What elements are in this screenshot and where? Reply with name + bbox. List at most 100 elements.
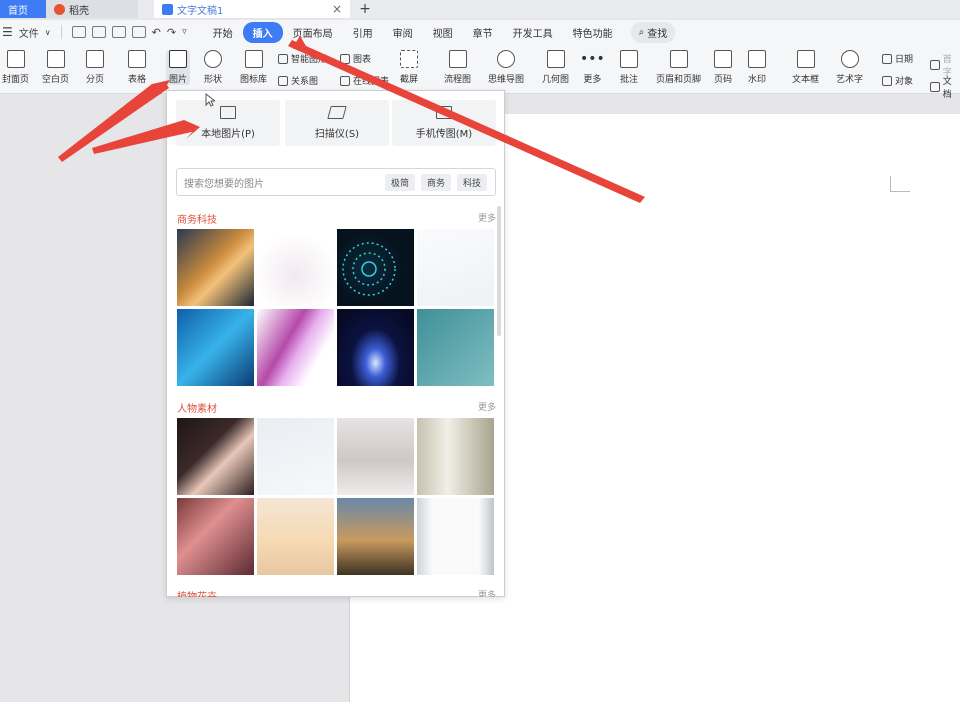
tab-document-label: 文字文稿1 xyxy=(177,5,224,17)
more-link[interactable]: 更多 xyxy=(478,211,496,224)
screenshot-button[interactable]: 截屏 xyxy=(400,50,418,85)
tag-tech[interactable]: 科技 xyxy=(456,174,487,191)
section-title-business-tech: 商务科技 xyxy=(177,215,217,226)
comment-icon xyxy=(620,50,638,68)
picture-button[interactable]: 图片 xyxy=(166,50,191,85)
export-icon[interactable] xyxy=(91,26,106,38)
mouse-cursor-icon xyxy=(205,93,215,107)
watermark-button[interactable]: 水印 xyxy=(748,50,766,85)
tab-0[interactable]: 开始 xyxy=(203,22,243,43)
writer-doc-icon xyxy=(162,3,173,15)
thumbnail-business-3[interactable] xyxy=(337,229,414,306)
thumbnail-business-8[interactable] xyxy=(417,309,494,386)
shape-button[interactable]: 形状 xyxy=(204,50,222,85)
ribbon-tabs: 开始 插入 页面布局 引用 审阅 视图 章节 开发工具 特色功能 xyxy=(203,21,623,43)
scanner-button[interactable]: 扫描仪(S) xyxy=(285,100,389,146)
tag-minimal[interactable]: 极简 xyxy=(384,174,415,191)
geometry-button[interactable]: 几何图 xyxy=(542,50,569,85)
shape-label: 形状 xyxy=(204,75,223,85)
file-menu[interactable]: 文件 xyxy=(19,25,39,40)
picture-label: 图片 xyxy=(169,75,188,85)
screenshot-label: 截屏 xyxy=(400,75,419,85)
tab-daoke[interactable]: 稻壳 xyxy=(46,0,138,18)
customize-icon[interactable]: ▿ xyxy=(182,27,187,37)
date-button[interactable]: 日期 xyxy=(882,52,913,65)
close-icon[interactable]: × xyxy=(332,2,342,16)
icon-library-icon xyxy=(244,50,263,68)
mindmap-label: 思维导图 xyxy=(488,75,525,85)
header-footer-icon xyxy=(669,50,688,68)
cover-page-button[interactable]: 封面页 xyxy=(2,50,29,85)
smart-art-button[interactable]: 智能图形 xyxy=(278,52,327,65)
thumbnail-business-7[interactable] xyxy=(337,309,414,386)
more-link[interactable]: 更多 xyxy=(478,400,496,413)
section-title-plants: 植物花卉 xyxy=(177,588,217,597)
undo-icon[interactable]: ↶ xyxy=(152,26,161,39)
phone-upload-button[interactable]: 手机传图(M) xyxy=(392,100,496,146)
document-button[interactable]: 文档 xyxy=(930,74,960,100)
page-break-button[interactable]: 分页 xyxy=(86,50,104,85)
hamburger-icon[interactable]: ☰ xyxy=(2,25,13,39)
header-footer-button[interactable]: 页眉和页脚 xyxy=(656,50,701,85)
shape-icon xyxy=(204,50,222,68)
tab-8[interactable]: 特色功能 xyxy=(563,22,623,43)
thumbnail-people-1[interactable] xyxy=(177,418,254,495)
local-picture-button[interactable]: 本地图片(P) xyxy=(176,100,280,146)
mindmap-button[interactable]: 思维导图 xyxy=(488,50,524,85)
page-number-button[interactable]: 页码 xyxy=(714,50,732,85)
thumbnail-business-2[interactable] xyxy=(257,229,334,306)
icon-library-label: 图标库 xyxy=(240,75,268,85)
thumbnail-people-7[interactable] xyxy=(337,498,414,575)
textbox-button[interactable]: 文本框 xyxy=(792,50,819,85)
thumbnail-people-8[interactable] xyxy=(417,498,494,575)
icon-library-button[interactable]: 图标库 xyxy=(240,50,267,85)
preview-icon[interactable] xyxy=(131,26,146,38)
chart-button[interactable]: 图表 xyxy=(340,52,371,65)
blank-page-button[interactable]: 空白页 xyxy=(42,50,69,85)
redo-icon[interactable]: ↷ xyxy=(167,26,176,39)
thumbnail-people-3[interactable] xyxy=(337,418,414,495)
dropcap-icon xyxy=(930,60,940,70)
search-command[interactable]: ⌕ 查找 xyxy=(630,21,676,43)
object-button[interactable]: 对象 xyxy=(882,74,913,87)
online-chart-button[interactable]: 在线图表 xyxy=(340,74,389,87)
thumbnail-business-4[interactable] xyxy=(417,229,494,306)
table-button[interactable]: 表格 xyxy=(128,50,146,85)
thumbnail-business-5[interactable] xyxy=(177,309,254,386)
more-button[interactable]: ••• 更多 xyxy=(580,50,605,85)
tab-2[interactable]: 页面布局 xyxy=(283,22,343,43)
watermark-icon xyxy=(748,50,766,68)
wordart-button[interactable]: 艺术字 xyxy=(836,50,863,85)
tab-3[interactable]: 引用 xyxy=(343,22,383,43)
thumbnail-business-1[interactable] xyxy=(177,229,254,306)
tab-1[interactable]: 插入 xyxy=(242,21,283,43)
thumbnail-people-4[interactable] xyxy=(417,418,494,495)
tab-6[interactable]: 章节 xyxy=(463,22,503,43)
tab-document[interactable]: 文字文稿1 × xyxy=(154,0,350,18)
relation-chart-button[interactable]: 关系图 xyxy=(278,74,318,87)
thumbnail-people-5[interactable] xyxy=(177,498,254,575)
tag-business[interactable]: 商务 xyxy=(420,174,451,191)
textbox-label: 文本框 xyxy=(792,75,820,85)
more-link[interactable]: 更多 xyxy=(478,588,496,597)
tab-7[interactable]: 开发工具 xyxy=(503,22,563,43)
local-picture-label: 本地图片(P) xyxy=(201,129,255,140)
tab-5[interactable]: 视图 xyxy=(423,22,463,43)
thumbnail-people-6[interactable] xyxy=(257,498,334,575)
geometry-icon xyxy=(546,50,565,68)
save-icon[interactable] xyxy=(71,26,86,38)
tab-home[interactable]: 首页 xyxy=(0,0,46,18)
thumbnail-people-2[interactable] xyxy=(257,418,334,495)
watermark-label: 水印 xyxy=(748,75,767,85)
picture-search-input[interactable]: 搜索您想要的图片 极简 商务 科技 xyxy=(176,168,496,196)
new-tab-button[interactable]: + xyxy=(350,0,380,18)
flowchart-button[interactable]: 流程图 xyxy=(444,50,471,85)
more-icon: ••• xyxy=(580,51,605,67)
date-label: 日期 xyxy=(895,55,914,65)
scrollbar[interactable] xyxy=(497,206,501,336)
print-icon[interactable] xyxy=(111,26,126,38)
comment-button[interactable]: 批注 xyxy=(620,50,638,85)
tab-4[interactable]: 审阅 xyxy=(383,22,423,43)
thumbnail-business-6[interactable] xyxy=(257,309,334,386)
menu-row: ☰ 文件 ∨ ↶ ↷ ▿ 开始 插入 页面布局 引用 审阅 视图 章节 开发工具 特色功能 ⌕ … xyxy=(0,20,960,44)
